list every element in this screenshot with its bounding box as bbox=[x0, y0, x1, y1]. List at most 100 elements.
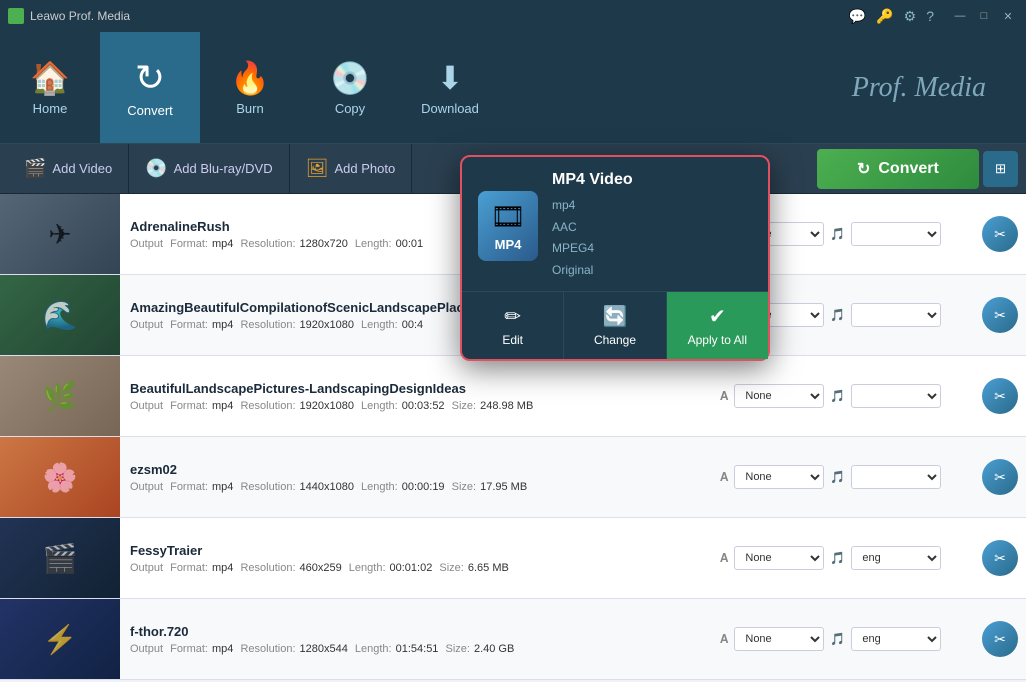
nav-burn[interactable]: 🔥 Burn bbox=[200, 32, 300, 143]
popup-edit-button[interactable]: ✏ Edit bbox=[462, 292, 564, 359]
burn-icon: 🔥 bbox=[230, 59, 270, 97]
subtitle-select[interactable]: None bbox=[734, 384, 824, 408]
subtitle-select[interactable]: None bbox=[734, 546, 824, 570]
video-controls: 𝐀 None 🎵 bbox=[714, 437, 974, 517]
video-edit-button[interactable]: ✂ bbox=[982, 378, 1018, 414]
subtitle-icon: 𝐀 bbox=[720, 470, 728, 485]
add-video-label: Add Video bbox=[52, 161, 112, 176]
navbar: 🏠 Home ↻ Convert 🔥 Burn 💿 Copy ⬇ Downloa… bbox=[0, 32, 1026, 144]
help-icon[interactable]: ? bbox=[926, 8, 934, 25]
video-info: f-thor.720 Output Format:mp4 Resolution:… bbox=[120, 599, 714, 679]
minimize-button[interactable]: — bbox=[950, 6, 970, 26]
audio-select[interactable] bbox=[851, 384, 941, 408]
scissors-icon: ✂ bbox=[994, 550, 1006, 567]
video-item: 🌸 ezsm02 Output Format:mp4 Resolution:14… bbox=[0, 437, 1026, 518]
download-icon: ⬇ bbox=[437, 59, 464, 97]
video-name: f-thor.720 bbox=[130, 624, 704, 639]
popup-change-button[interactable]: 🔄 Change bbox=[564, 292, 666, 359]
change-icon: 🔄 bbox=[603, 304, 628, 329]
video-edit-area: ✂ bbox=[974, 518, 1026, 598]
scissors-icon: ✂ bbox=[994, 226, 1006, 243]
maximize-button[interactable]: □ bbox=[974, 6, 994, 26]
video-edit-area: ✂ bbox=[974, 356, 1026, 436]
video-edit-button[interactable]: ✂ bbox=[982, 540, 1018, 576]
nav-copy[interactable]: 💿 Copy bbox=[300, 32, 400, 143]
video-meta: Output Format:mp4 Resolution:460x259 Len… bbox=[130, 562, 704, 574]
nav-convert[interactable]: ↻ Convert bbox=[100, 32, 200, 143]
audio-select[interactable] bbox=[851, 303, 941, 327]
video-info: ezsm02 Output Format:mp4 Resolution:1440… bbox=[120, 437, 714, 517]
nav-home-label: Home bbox=[33, 101, 68, 116]
grid-icon: ⊞ bbox=[995, 161, 1006, 176]
popup-change-label: Change bbox=[594, 333, 636, 347]
video-meta: Output Format:mp4 Resolution:1440x1080 L… bbox=[130, 481, 704, 493]
video-thumbnail: 🌊 bbox=[0, 275, 120, 355]
add-photo-label: Add Photo bbox=[334, 161, 395, 176]
popup-format-video: MPEG4 bbox=[552, 238, 633, 260]
video-controls: 𝐀 None 🎵 eng bbox=[714, 599, 974, 679]
video-edit-button[interactable]: ✂ bbox=[982, 621, 1018, 657]
audio-icon: 🎵 bbox=[830, 632, 845, 646]
popup-edit-label: Edit bbox=[502, 333, 523, 347]
scissors-icon: ✂ bbox=[994, 388, 1006, 405]
nav-home[interactable]: 🏠 Home bbox=[0, 32, 100, 143]
key-icon[interactable]: 🔑 bbox=[876, 8, 893, 25]
audio-select[interactable] bbox=[851, 465, 941, 489]
popup-format-audio: Original bbox=[552, 260, 633, 282]
popup-details: MP4 Video mp4 AAC MPEG4 Original bbox=[552, 171, 633, 281]
popup-apply-all-button[interactable]: ✔ Apply to All bbox=[667, 292, 768, 359]
add-photo-icon: 🖼 bbox=[306, 158, 329, 179]
video-info: FessyTraier Output Format:mp4 Resolution… bbox=[120, 518, 714, 598]
popup-icon-label: MP4 bbox=[495, 237, 522, 252]
add-bluray-icon: 💿 bbox=[145, 158, 167, 179]
video-thumbnail: 🌸 bbox=[0, 437, 120, 517]
popup-format-icon: 🎞 MP4 bbox=[478, 191, 538, 261]
popup-format-type: mp4 bbox=[552, 195, 633, 217]
close-button[interactable]: ✕ bbox=[998, 6, 1018, 26]
home-icon: 🏠 bbox=[30, 59, 70, 97]
audio-icon: 🎵 bbox=[830, 389, 845, 403]
add-bluray-button[interactable]: 💿 Add Blu-ray/DVD bbox=[129, 144, 289, 193]
audio-select[interactable] bbox=[851, 222, 941, 246]
add-bluray-label: Add Blu-ray/DVD bbox=[174, 161, 273, 176]
subtitle-select[interactable]: None bbox=[734, 465, 824, 489]
titlebar: Leawo Prof. Media 💬 🔑 ⚙ ? — □ ✕ bbox=[0, 0, 1026, 32]
add-video-icon: 🎬 bbox=[24, 158, 46, 179]
nav-download[interactable]: ⬇ Download bbox=[400, 32, 500, 143]
video-item: ⚡ f-thor.720 Output Format:mp4 Resolutio… bbox=[0, 599, 1026, 680]
convert-refresh-icon: ↻ bbox=[857, 159, 870, 179]
video-thumbnail: 🎬 bbox=[0, 518, 120, 598]
video-edit-button[interactable]: ✂ bbox=[982, 216, 1018, 252]
video-controls: 𝐀 None 🎵 bbox=[714, 356, 974, 436]
edit-icon: ✏ bbox=[504, 304, 521, 329]
nav-download-label: Download bbox=[421, 101, 479, 116]
scissors-icon: ✂ bbox=[994, 469, 1006, 486]
audio-select[interactable]: eng bbox=[851, 546, 941, 570]
film-reel-icon: 🎞 bbox=[490, 200, 526, 233]
video-name: BeautifulLandscapePictures-LandscapingDe… bbox=[130, 381, 704, 396]
subtitle-icon: 𝐀 bbox=[720, 551, 728, 566]
settings-icon[interactable]: ⚙ bbox=[904, 8, 917, 25]
video-edit-button[interactable]: ✂ bbox=[982, 297, 1018, 333]
video-edit-area: ✂ bbox=[974, 275, 1026, 355]
popup-format-codec: AAC bbox=[552, 217, 633, 239]
check-icon: ✔ bbox=[709, 304, 726, 329]
nav-copy-label: Copy bbox=[335, 101, 365, 116]
add-photo-button[interactable]: 🖼 Add Photo bbox=[290, 144, 413, 193]
video-item: 🌿 BeautifulLandscapePictures-Landscaping… bbox=[0, 356, 1026, 437]
video-edit-area: ✂ bbox=[974, 599, 1026, 679]
message-icon[interactable]: 💬 bbox=[849, 8, 866, 25]
video-name: FessyTraier bbox=[130, 543, 704, 558]
scissors-icon: ✂ bbox=[994, 631, 1006, 648]
convert-button[interactable]: ↻ Convert bbox=[817, 149, 979, 189]
video-name: ezsm02 bbox=[130, 462, 704, 477]
audio-icon: 🎵 bbox=[830, 470, 845, 484]
layout-settings-button[interactable]: ⊞ bbox=[983, 151, 1018, 187]
video-edit-button[interactable]: ✂ bbox=[982, 459, 1018, 495]
audio-select[interactable]: eng bbox=[851, 627, 941, 651]
app-logo bbox=[8, 8, 24, 24]
add-video-button[interactable]: 🎬 Add Video bbox=[8, 144, 129, 193]
subtitle-select[interactable]: None bbox=[734, 627, 824, 651]
scissors-icon: ✂ bbox=[994, 307, 1006, 324]
popup-format-name: MP4 Video bbox=[552, 171, 633, 189]
